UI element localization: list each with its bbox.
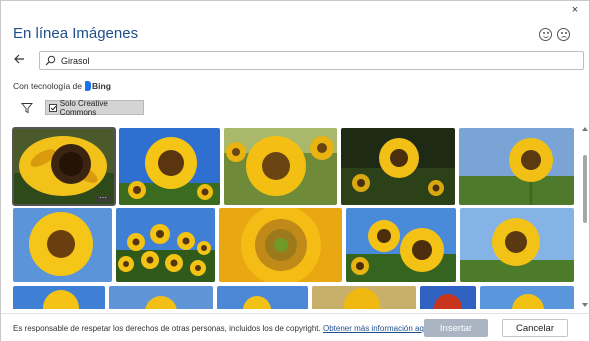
filter-icon[interactable]	[21, 102, 33, 114]
result-image[interactable]	[420, 286, 476, 309]
result-image[interactable]	[116, 208, 215, 282]
dialog-footer: Es responsable de respetar los derechos …	[1, 313, 589, 341]
result-image[interactable]	[219, 208, 342, 282]
result-image[interactable]	[224, 128, 337, 205]
scroll-down-icon[interactable]	[582, 303, 588, 307]
result-image[interactable]	[341, 128, 455, 205]
dialog-title: En línea Imágenes	[13, 25, 139, 42]
copyright-notice: Es responsable de respetar los derechos …	[13, 324, 431, 333]
result-image[interactable]	[217, 286, 308, 309]
creative-commons-label: Solo Creative Commons	[59, 98, 108, 117]
search-input[interactable]	[61, 53, 361, 68]
insert-button[interactable]: Insertar	[424, 319, 488, 337]
learn-more-link[interactable]: Obtener más información aquí	[323, 324, 431, 333]
provider-prefix: Con tecnología de	[13, 81, 82, 91]
creative-commons-checkbox[interactable]: Solo Creative Commons	[45, 98, 144, 117]
frown-icon[interactable]	[557, 28, 570, 41]
online-pictures-dialog: En línea Imágenes × Con tecnología de Bi…	[0, 0, 590, 341]
close-button[interactable]: ×	[569, 4, 581, 16]
provider-name: Bing	[92, 81, 111, 91]
result-image[interactable]	[13, 208, 112, 282]
result-image[interactable]	[119, 128, 220, 205]
smile-icon[interactable]	[539, 28, 552, 41]
result-image[interactable]	[346, 208, 456, 282]
copyright-disclaimer: Es responsable de respetar los derechos …	[13, 324, 321, 333]
result-image[interactable]: ···	[12, 127, 116, 206]
result-image[interactable]	[312, 286, 416, 309]
result-image[interactable]	[13, 286, 105, 309]
more-options-button[interactable]: ···	[95, 194, 111, 202]
provider-row: Con tecnología de Bing	[13, 81, 111, 91]
image-results-grid: ···	[1, 125, 579, 309]
search-icon	[45, 55, 56, 66]
search-box	[39, 51, 584, 70]
bing-icon	[85, 81, 91, 91]
checkbox-checked-icon	[49, 103, 57, 112]
results-scrollbar[interactable]	[581, 125, 589, 309]
cancel-button[interactable]: Cancelar	[502, 319, 568, 337]
result-image[interactable]	[480, 286, 574, 309]
arrow-left-icon[interactable]	[12, 52, 26, 66]
scroll-up-icon[interactable]	[582, 127, 588, 131]
bing-logo: Bing	[85, 81, 111, 91]
result-image[interactable]	[460, 208, 574, 282]
scroll-thumb[interactable]	[583, 155, 587, 223]
result-image[interactable]	[459, 128, 574, 205]
result-image[interactable]	[109, 286, 213, 309]
